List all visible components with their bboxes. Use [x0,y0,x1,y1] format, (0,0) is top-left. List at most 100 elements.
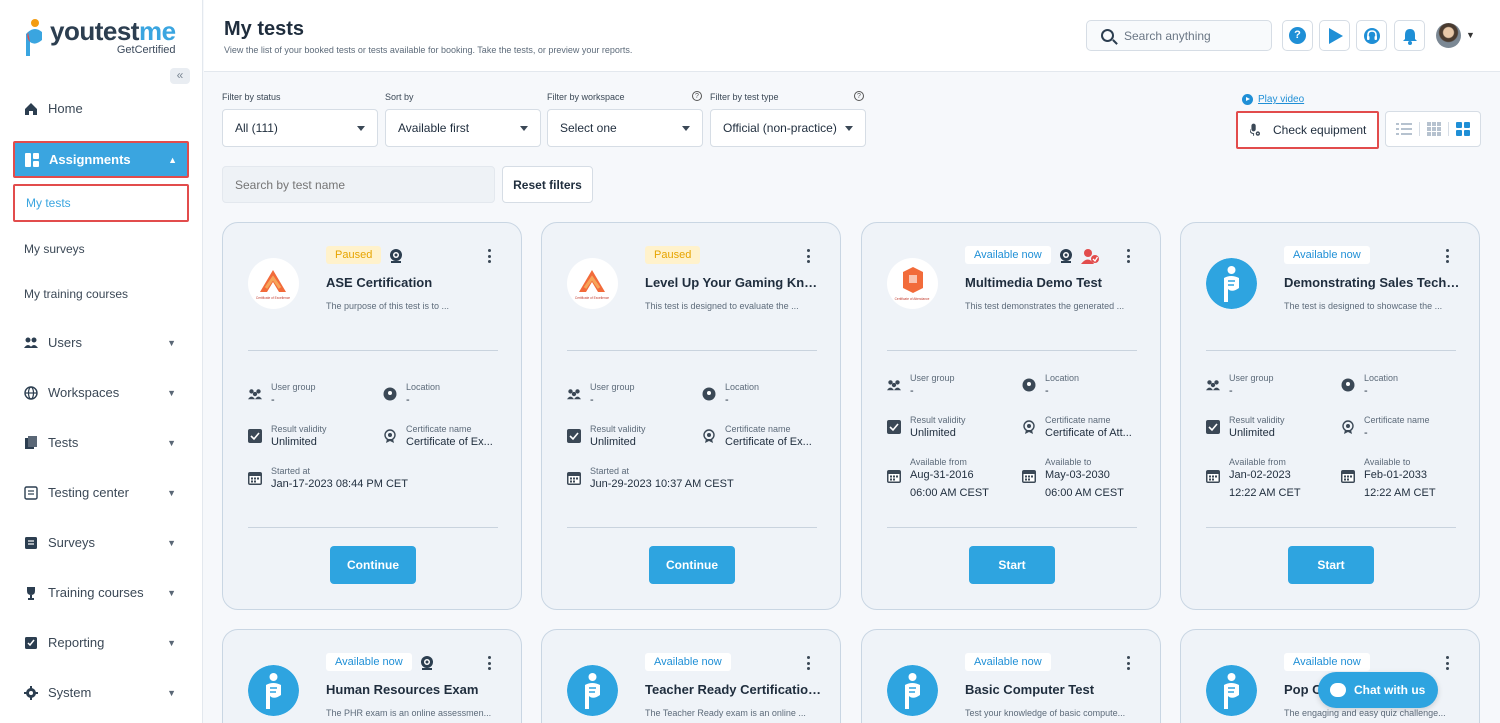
trophy-icon [27,586,35,600]
certificate-name-field: Certificate name Certificate of Ex... [383,424,506,449]
sidebar-item-training-courses[interactable]: Training courses ▼ [24,585,184,600]
sidebar-item-workspaces[interactable]: Workspaces ▼ [24,385,184,400]
location-field: Location - [1022,373,1145,398]
test-logo [887,665,938,716]
video-tutorial-button[interactable] [1319,20,1350,51]
more-options-icon[interactable] [488,656,491,670]
brand-tagline: GetCertified [116,44,176,56]
more-options-icon[interactable] [488,249,491,263]
notifications-button[interactable] [1394,20,1425,51]
certificate-icon [1022,420,1036,434]
global-search-input[interactable]: Search anything [1086,20,1272,51]
support-button[interactable] [1356,20,1387,51]
sidebar-subitem-my-surveys[interactable]: My surveys [24,242,85,256]
test-description: The test is designed to showcase the ... [1284,301,1443,311]
chevron-down-icon: ▼ [167,537,176,548]
user-group-icon [1206,378,1220,392]
user-avatar[interactable] [1436,23,1461,48]
certificate-icon [1341,420,1355,434]
sidebar-subitem-my-tests[interactable]: My tests [13,184,189,222]
test-logo [248,258,299,309]
workspace-filter-value: Select one [560,121,617,135]
chevron-down-icon: ▼ [167,387,176,398]
help-circle-icon[interactable]: ? [692,91,702,101]
status-badge: Paused [645,246,701,264]
caret-down-icon [357,126,365,131]
location-pin-icon [383,387,397,401]
chat-with-us-button[interactable]: Chat with us [1318,672,1438,708]
more-options-icon[interactable] [807,656,810,670]
card-grid-view-icon[interactable] [1456,122,1471,136]
small-grid-view-icon[interactable] [1426,122,1441,136]
reset-filters-button[interactable]: Reset filters [502,166,593,203]
check-equipment-button[interactable]: Check equipment [1236,111,1379,149]
list-view-icon[interactable] [1395,122,1412,136]
chevron-down-icon[interactable]: ▼ [1466,30,1475,40]
result-validity-field: Result validity Unlimited [567,424,690,449]
workspace-filter-select[interactable]: Select one [547,109,703,147]
brand-name-accent: me [138,16,176,46]
collapse-sidebar-button[interactable]: « [170,68,190,84]
brand-logo[interactable]: youtestme GetCertified [24,18,176,58]
test-card[interactable]: Available now Demonstrating Sales Techni… [1180,222,1480,610]
test-logo [567,258,618,309]
continue-button[interactable]: Continue [649,546,735,584]
test-name-search-input[interactable] [222,166,495,203]
help-circle-icon[interactable]: ? [854,91,864,101]
surveys-icon [25,536,37,549]
test-type-filter-select[interactable]: Official (non-practice) [710,109,866,147]
test-card[interactable]: Available now Teacher Ready Certificatio… [541,629,841,723]
sidebar-item-surveys[interactable]: Surveys ▼ [24,535,184,550]
status-filter-select[interactable]: All (111) [222,109,378,147]
test-logo [1206,258,1257,309]
sidebar-item-reporting[interactable]: Reporting ▼ [24,635,184,650]
sidebar-subitem-my-training-courses[interactable]: My training courses [24,287,128,301]
more-options-icon[interactable] [1446,249,1449,263]
status-filter-label: Filter by status [222,92,281,102]
sort-select[interactable]: Available first [385,109,541,147]
chevron-down-icon: ▼ [167,687,176,698]
started-at-field: Started at Jan-17-2023 08:44 PM CET [248,466,408,491]
sidebar-item-label: Assignments [49,152,131,167]
sidebar-item-assignments[interactable]: Assignments ▲ [13,141,189,178]
start-button[interactable]: Start [1288,546,1374,584]
result-validity-field: Result validity Unlimited [1206,415,1329,440]
help-button[interactable]: ? [1282,20,1313,51]
test-card[interactable]: Available now Multimedia Demo Test This … [861,222,1161,610]
more-options-icon[interactable] [1127,249,1130,263]
continue-button[interactable]: Continue [330,546,416,584]
bell-icon [1402,28,1417,45]
more-options-icon[interactable] [1127,656,1130,670]
users-icon [24,337,38,348]
test-title: Human Resources Exam [326,682,479,697]
sidebar-item-testing-center[interactable]: Testing center ▼ [24,485,184,500]
sidebar-item-users[interactable]: Users ▼ [24,335,184,350]
checkbox-icon [248,429,262,443]
more-options-icon[interactable] [1446,656,1449,670]
test-type-filter-value: Official (non-practice) [723,121,837,135]
sidebar-item-system[interactable]: System ▼ [24,685,184,700]
location-field: Location - [1341,373,1464,398]
assignments-icon [25,152,39,167]
test-card[interactable]: Paused Level Up Your Gaming Knowl... Thi… [541,222,841,610]
more-options-icon[interactable] [807,249,810,263]
sidebar-item-tests[interactable]: Tests ▼ [24,435,184,450]
test-card[interactable]: Available now Human Resources Exam The P… [222,629,522,723]
user-group-field: User group - [567,382,690,407]
caret-down-icon [520,126,528,131]
webcam-icon [388,248,404,264]
test-description: The purpose of this test is to ... [326,301,450,311]
test-card[interactable]: Available now Basic Computer Test Test y… [861,629,1161,723]
sidebar-item-label: Training courses [48,585,144,600]
test-card[interactable]: Paused ASE Certification The purpose of … [222,222,522,610]
status-badge: Available now [1284,246,1370,264]
start-button[interactable]: Start [969,546,1055,584]
test-title: Multimedia Demo Test [965,275,1103,290]
page-subtitle: View the list of your booked tests or te… [224,45,633,55]
result-validity-field: Result validity Unlimited [248,424,371,449]
play-video-link[interactable]: Play video [1242,94,1304,105]
sidebar-item-home[interactable]: Home [24,101,184,116]
location-field: Location - [383,382,506,407]
chevron-down-icon: ▼ [167,337,176,348]
status-filter-value: All (111) [235,121,278,135]
